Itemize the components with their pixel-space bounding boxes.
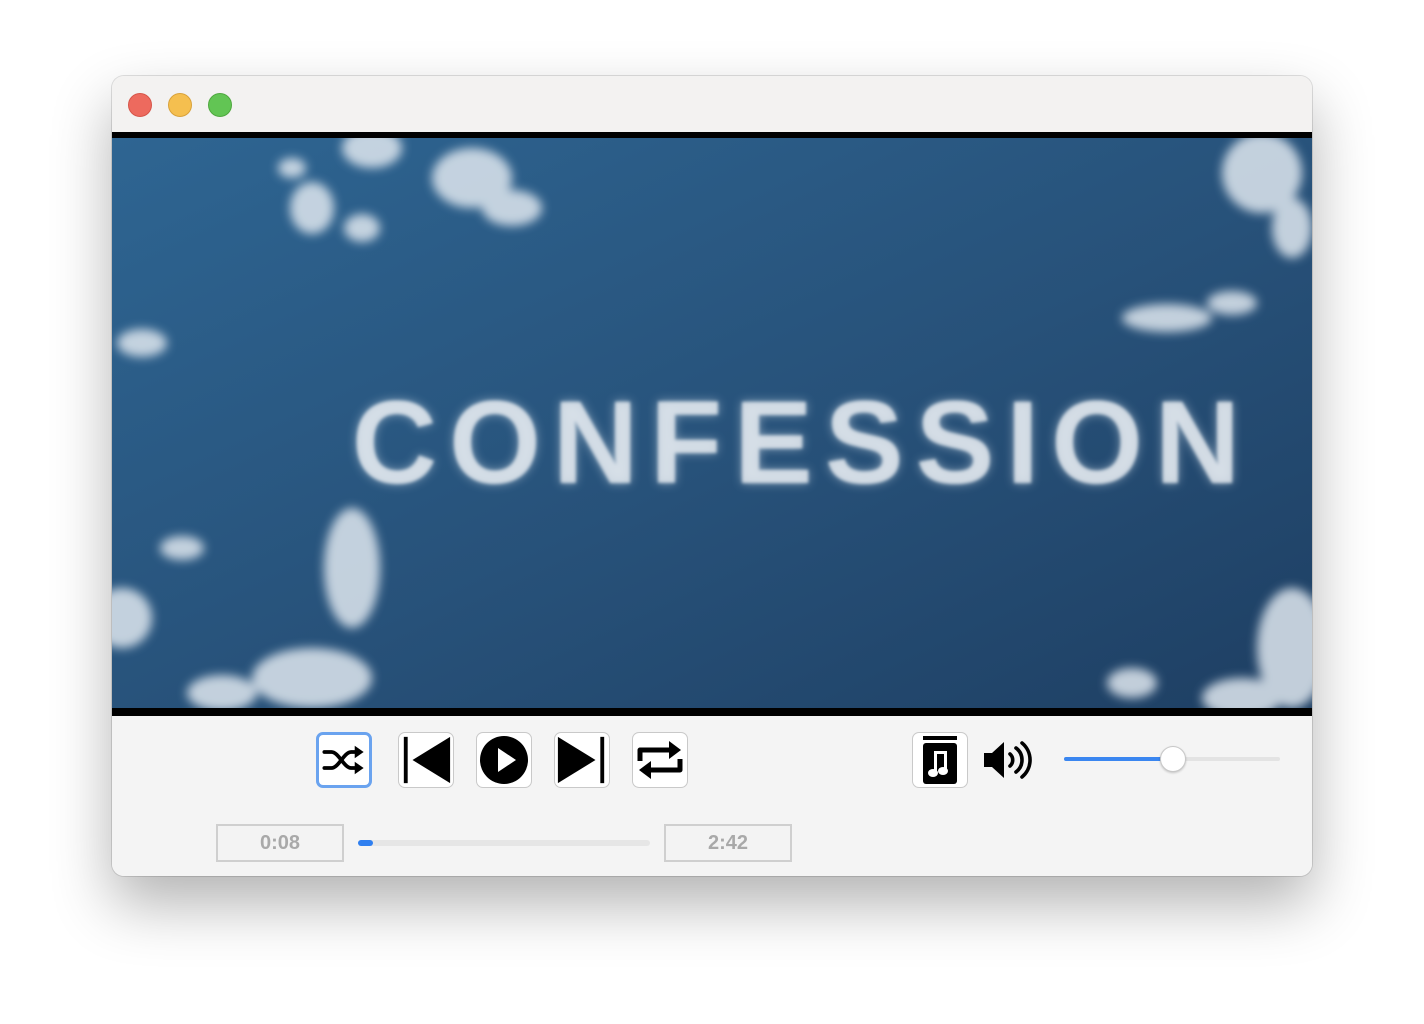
close-window-button[interactable] [128, 93, 152, 117]
shuffle-button[interactable] [316, 732, 372, 788]
previous-track-icon [403, 736, 451, 784]
minimize-window-button[interactable] [168, 93, 192, 117]
previous-track-button[interactable] [398, 732, 454, 788]
video-title-text: CONFESSION CONFESSION [352, 377, 1252, 509]
repeat-icon [637, 741, 683, 779]
next-track-button[interactable] [554, 732, 610, 788]
video-frame: CONFESSION CONFESSION [112, 132, 1312, 716]
play-button[interactable] [476, 732, 532, 788]
video-frame-image: CONFESSION CONFESSION [112, 138, 1312, 708]
media-player-window: CONFESSION CONFESSION 0:08 2:42 [112, 76, 1312, 876]
repeat-button[interactable] [632, 732, 688, 788]
music-note-icon [923, 736, 957, 784]
elapsed-time: 0:08 [216, 824, 344, 862]
volume-slider[interactable] [1064, 746, 1280, 772]
playback-controls: 0:08 2:42 [112, 716, 1312, 876]
title-bar [112, 76, 1312, 132]
music-library-button[interactable] [912, 732, 968, 788]
volume-slider-knob[interactable] [1160, 746, 1186, 772]
svg-text:CONFESSION: CONFESSION [352, 377, 1252, 509]
next-track-icon [557, 736, 605, 784]
play-icon [480, 736, 528, 784]
shuffle-icon [322, 745, 364, 775]
seek-bar-progress [358, 840, 373, 846]
volume-slider-fill [1064, 757, 1172, 761]
speaker-volume-icon[interactable] [982, 736, 1034, 784]
seek-bar[interactable] [358, 840, 650, 846]
zoom-window-button[interactable] [208, 93, 232, 117]
video-display[interactable]: CONFESSION CONFESSION [112, 138, 1312, 708]
total-duration: 2:42 [664, 824, 792, 862]
